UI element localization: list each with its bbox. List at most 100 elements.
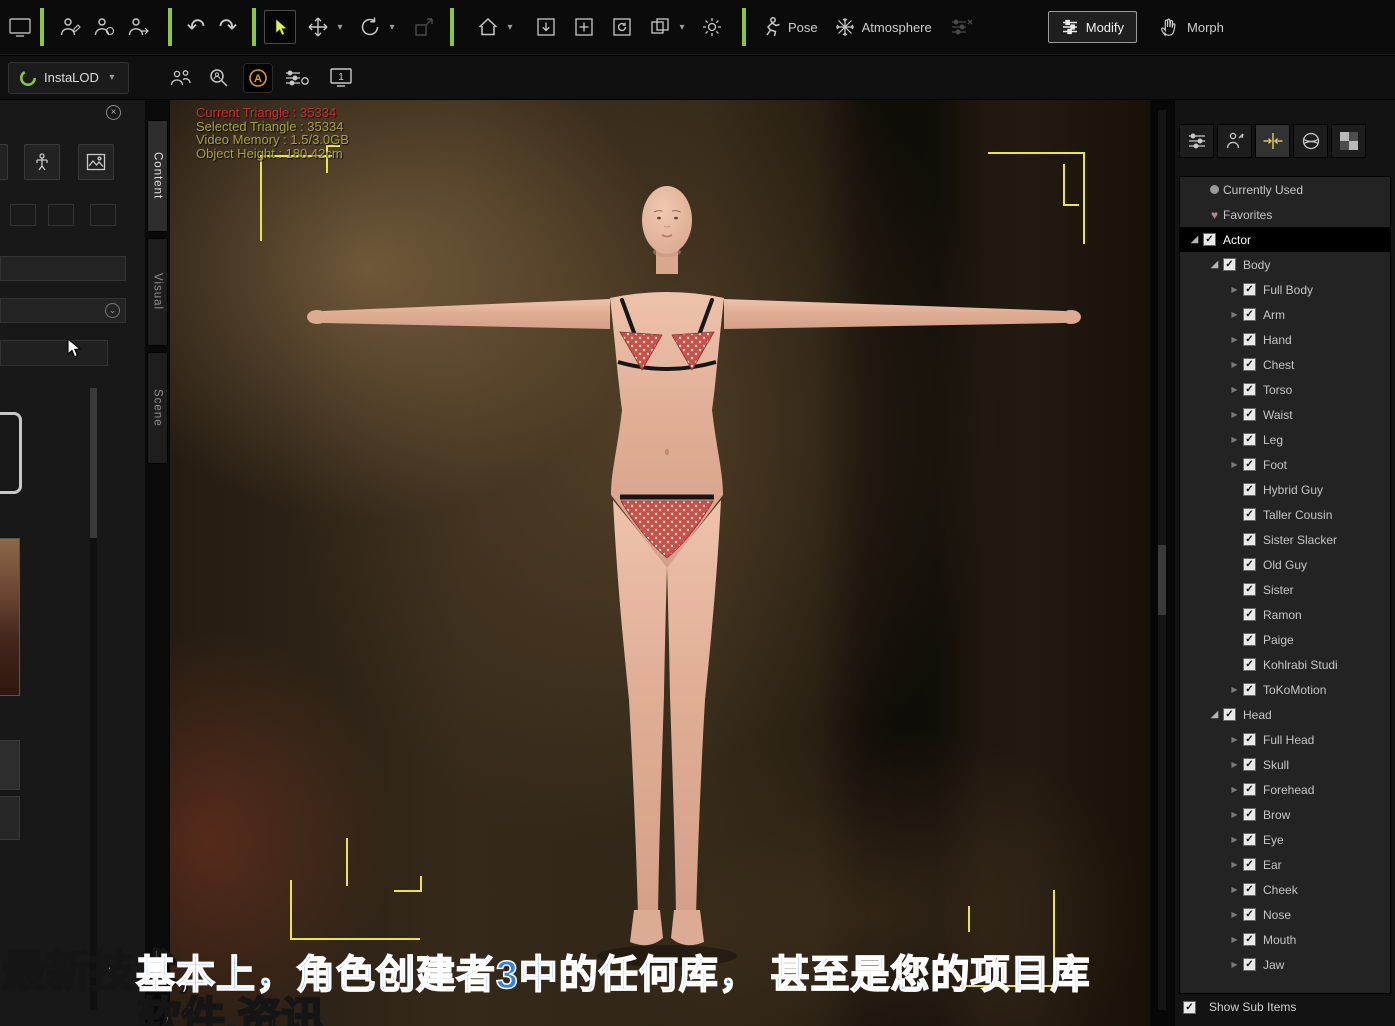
tree-item-mouth[interactable]: ▶ ✓ Mouth	[1180, 927, 1390, 952]
tree-item-favorites[interactable]: ♥ Favorites	[1180, 202, 1390, 227]
dual-view-icon[interactable]	[644, 10, 676, 44]
tree-item-chest[interactable]: ▶ ✓ Chest	[1180, 352, 1390, 377]
tree-item-checkbox[interactable]: ✓	[1243, 533, 1256, 546]
tree-item-leg[interactable]: ▶ ✓ Leg	[1180, 427, 1390, 452]
expand-arrow-icon[interactable]: ▶	[1226, 310, 1243, 319]
texture-checker-tab[interactable]	[1331, 124, 1366, 158]
settings-sliders-icon[interactable]	[281, 61, 313, 95]
category-bar[interactable]	[0, 256, 126, 281]
tree-item-hybrid-guy[interactable]: ✓ Hybrid Guy	[1180, 477, 1390, 502]
expand-arrow-icon[interactable]: ▶	[1226, 935, 1243, 944]
fit-object-icon[interactable]	[530, 10, 562, 44]
character-export-icon[interactable]	[122, 10, 154, 44]
tree-item-checkbox[interactable]: ✓	[1243, 758, 1256, 771]
characters-pair-icon[interactable]	[165, 61, 197, 95]
tree-item-cheek[interactable]: ▶ ✓ Cheek	[1180, 877, 1390, 902]
tree-item-full-head[interactable]: ▶ ✓ Full Head	[1180, 727, 1390, 752]
tree-item-checkbox[interactable]: ✓	[1243, 683, 1256, 696]
skeleton-view-icon[interactable]	[24, 144, 60, 180]
tree-item-ear[interactable]: ▶ ✓ Ear	[1180, 852, 1390, 877]
scrollbar-thumb[interactable]	[90, 388, 97, 538]
content-thumbnail[interactable]	[0, 538, 20, 696]
tree-item-full-body[interactable]: ▶ ✓ Full Body	[1180, 277, 1390, 302]
expand-arrow-icon[interactable]: ▶	[1226, 410, 1243, 419]
expand-arrow-icon[interactable]: ▶	[1226, 835, 1243, 844]
home-view-icon[interactable]	[472, 10, 504, 44]
expand-arrow-icon[interactable]: ▶	[1226, 385, 1243, 394]
tree-item-checkbox[interactable]: ✓	[1243, 483, 1256, 496]
tree-item-nose[interactable]: ▶ ✓ Nose	[1180, 902, 1390, 927]
image-view-icon[interactable]	[78, 144, 114, 180]
tree-item-waist[interactable]: ▶ ✓ Waist	[1180, 402, 1390, 427]
show-sub-items-checkbox[interactable]: ✓	[1183, 1000, 1196, 1014]
tree-item-taller-cousin[interactable]: ✓ Taller Cousin	[1180, 502, 1390, 527]
tree-item-tokomotion[interactable]: ▶ ✓ ToKoMotion	[1180, 677, 1390, 702]
add-view-icon[interactable]	[568, 10, 600, 44]
rotate-tool-icon[interactable]	[354, 10, 386, 44]
tree-item-arm[interactable]: ▶ ✓ Arm	[1180, 302, 1390, 327]
content-scrollbar[interactable]	[90, 388, 97, 1010]
expand-arrow-icon[interactable]: ▶	[1226, 285, 1243, 294]
scrollbar-thumb[interactable]	[1158, 545, 1166, 615]
move-tool-icon[interactable]	[302, 10, 334, 44]
tree-item-skull[interactable]: ▶ ✓ Skull	[1180, 752, 1390, 777]
scale-tool-icon[interactable]	[408, 10, 440, 44]
right-scrollbar[interactable]	[1158, 110, 1166, 1010]
expand-arrow-icon[interactable]: ▶	[1226, 460, 1243, 469]
auto-setup-icon[interactable]: A	[242, 62, 273, 93]
actor-edit-tab[interactable]	[1217, 124, 1252, 158]
rotate-tool-caret-icon[interactable]: ▾	[386, 22, 398, 33]
tab-visual[interactable]: Visual	[147, 238, 168, 346]
redo-icon[interactable]: ↷	[212, 10, 244, 44]
tree-item-checkbox[interactable]: ✓	[1223, 708, 1236, 721]
tree-item-checkbox[interactable]: ✓	[1243, 408, 1256, 421]
tree-item-checkbox[interactable]: ✓	[1243, 833, 1256, 846]
modify-button[interactable]: Modify	[1047, 11, 1138, 43]
tree-item-checkbox[interactable]: ✓	[1243, 508, 1256, 521]
viewport-1-icon[interactable]: 1	[325, 61, 357, 95]
tree-item-checkbox[interactable]: ✓	[1243, 358, 1256, 371]
expand-arrow-icon[interactable]: ▶	[1226, 885, 1243, 894]
search-input[interactable]	[0, 340, 108, 366]
tree-item-checkbox[interactable]: ✓	[1243, 658, 1256, 671]
content-item[interactable]	[0, 740, 20, 790]
expand-arrow-icon[interactable]: ▶	[1226, 960, 1243, 969]
tree-item-forehead[interactable]: ▶ ✓ Forehead	[1180, 777, 1390, 802]
zoom-character-icon[interactable]	[203, 61, 235, 95]
tree-item-checkbox[interactable]: ✓	[1243, 283, 1256, 296]
content-tool-tile-partial[interactable]	[0, 144, 8, 180]
tree-item-checkbox[interactable]: ✓	[1243, 633, 1256, 646]
tree-item-head[interactable]: ◢ ✓ Head	[1180, 702, 1390, 727]
tree-item-checkbox[interactable]: ✓	[1243, 333, 1256, 346]
expand-arrow-icon[interactable]: ▶	[1226, 335, 1243, 344]
filter-box-2[interactable]	[48, 204, 74, 226]
collapse-arrow-icon[interactable]: ◢	[1186, 234, 1203, 245]
tree-item-checkbox[interactable]: ✓	[1243, 458, 1256, 471]
collapse-arrow-icon[interactable]: ◢	[1206, 259, 1223, 270]
tree-item-paige[interactable]: ✓ Paige	[1180, 627, 1390, 652]
tree-item-torso[interactable]: ▶ ✓ Torso	[1180, 377, 1390, 402]
collapse-arrow-icon[interactable]: ◢	[1206, 709, 1223, 720]
expand-arrow-icon[interactable]: ▶	[1226, 760, 1243, 769]
filter-box-1[interactable]	[10, 204, 36, 226]
light-icon[interactable]	[696, 10, 728, 44]
atmosphere-button[interactable]: Atmosphere	[834, 16, 932, 38]
tree-item-checkbox[interactable]: ✓	[1243, 383, 1256, 396]
expand-arrow-icon[interactable]: ▶	[1226, 435, 1243, 444]
select-tool-icon[interactable]	[264, 10, 296, 44]
expand-arrow-icon[interactable]: ▶	[1226, 810, 1243, 819]
tree-item-checkbox[interactable]: ✓	[1243, 433, 1256, 446]
tree-item-checkbox[interactable]: ✓	[1243, 858, 1256, 871]
filter-box-3[interactable]	[90, 204, 116, 226]
tree-item-checkbox[interactable]: ✓	[1243, 583, 1256, 596]
expand-arrow-icon[interactable]: ▶	[1226, 860, 1243, 869]
tree-item-eye[interactable]: ▶ ✓ Eye	[1180, 827, 1390, 852]
tree-item-checkbox[interactable]: ✓	[1243, 933, 1256, 946]
tree-item-checkbox[interactable]: ✓	[1243, 308, 1256, 321]
tree-item-hand[interactable]: ▶ ✓ Hand	[1180, 327, 1390, 352]
tree-item-checkbox[interactable]: ✓	[1203, 233, 1216, 246]
tree-item-checkbox[interactable]: ✓	[1243, 733, 1256, 746]
tree-item-currently-used[interactable]: Currently Used	[1180, 177, 1390, 202]
tree-item-body[interactable]: ◢ ✓ Body	[1180, 252, 1390, 277]
expand-arrow-icon[interactable]: ▶	[1226, 910, 1243, 919]
